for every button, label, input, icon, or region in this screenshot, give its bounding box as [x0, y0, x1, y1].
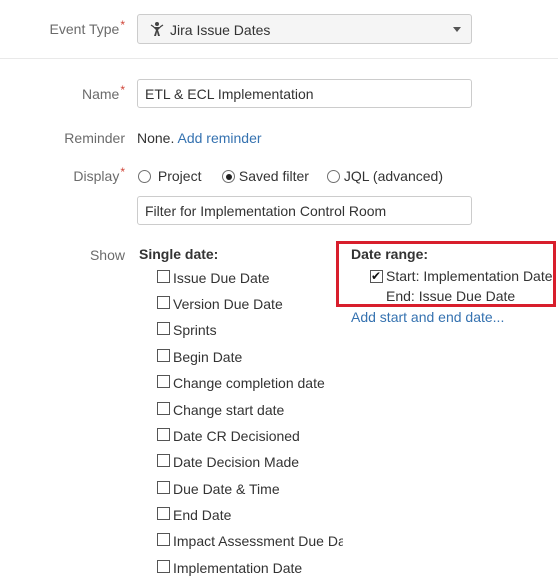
radio-label-jql: JQL (advanced): [343, 168, 443, 184]
checkbox-label: Due Date & Time: [173, 481, 280, 497]
checkbox-label: Date CR Decisioned: [173, 428, 300, 444]
single-date-column: Single date: Issue Due Date Version Due …: [0, 0, 343, 585]
checkbox-begin-date[interactable]: [157, 349, 170, 362]
checkbox-impact-assessment-due-date[interactable]: [157, 533, 170, 546]
checkbox-label: Change start date: [173, 402, 285, 418]
checkbox-change-completion-date[interactable]: [157, 375, 170, 388]
single-date-title: Single date:: [139, 246, 219, 262]
highlight-box: [336, 241, 556, 307]
checkbox-label: End Date: [173, 507, 232, 523]
display-option-jql[interactable]: JQL (advanced): [327, 168, 443, 184]
checkbox-change-start-date[interactable]: [157, 402, 170, 415]
checkbox-label: Begin Date: [173, 349, 243, 365]
checkbox-label: Date Decision Made: [173, 454, 300, 470]
checkbox-end-date[interactable]: [157, 507, 170, 520]
checkbox-date-cr-decisioned[interactable]: [157, 428, 170, 441]
checkbox-label: Version Due Date: [173, 296, 283, 312]
checkbox-label: Issue Due Date: [173, 270, 270, 286]
checkbox-sprints[interactable]: [157, 322, 170, 335]
checkbox-version-due-date[interactable]: [157, 296, 170, 309]
checkbox-issue-due-date[interactable]: [157, 270, 170, 283]
add-start-end-date-link[interactable]: Add start and end date...: [351, 309, 504, 325]
checkbox-due-date-time[interactable]: [157, 481, 170, 494]
chevron-down-icon: [453, 27, 461, 32]
checkbox-label: Impact Assessment Due Date: [173, 533, 343, 549]
checkbox-label: Implementation Date: [173, 560, 303, 576]
checkbox-implementation-date[interactable]: [157, 560, 170, 573]
checkbox-label: Sprints: [173, 322, 217, 338]
checkbox-label: Change completion date: [173, 375, 325, 391]
checkbox-date-decision-made[interactable]: [157, 454, 170, 467]
